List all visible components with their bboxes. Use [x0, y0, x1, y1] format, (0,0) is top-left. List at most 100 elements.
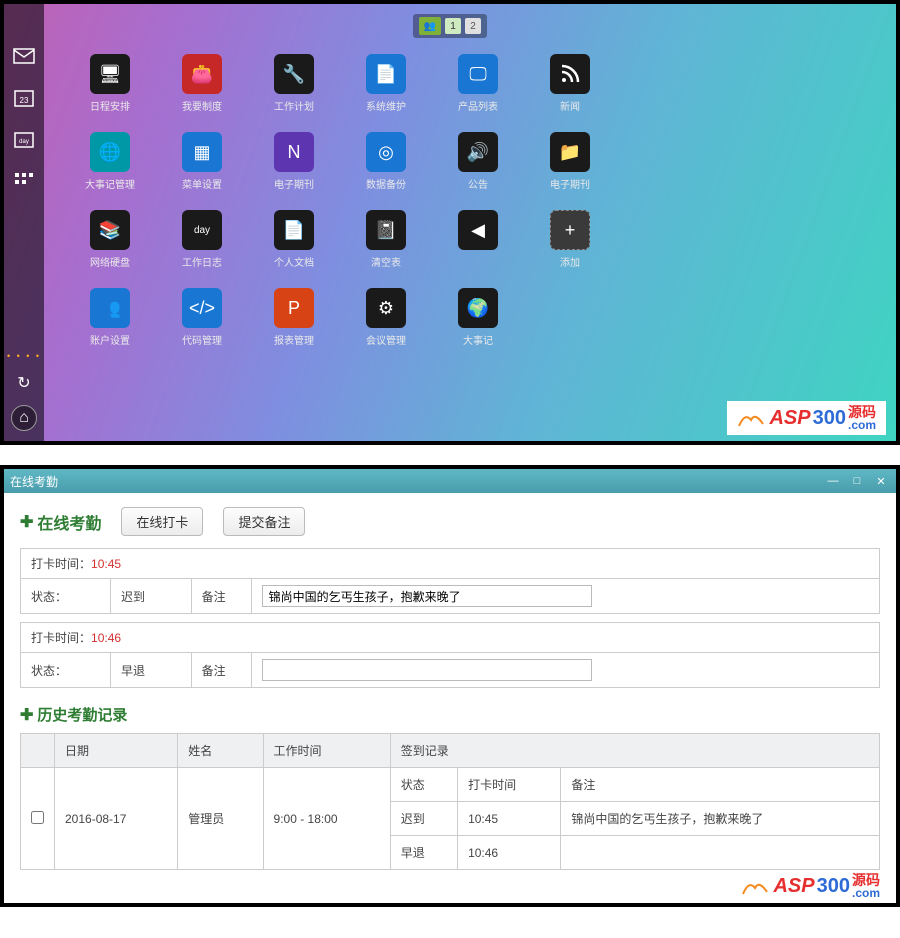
display-icon: 🖥: [90, 54, 130, 94]
time-value: 10:45: [91, 557, 121, 571]
folder-icon: 📁: [550, 132, 590, 172]
attendance-window: 在线考勤 — □ ✕ ✚在线考勤 在线打卡 提交备注 打卡时间：10:45 状态…: [0, 465, 900, 907]
app-ejournal[interactable]: N 电子期刊: [248, 132, 340, 210]
calendar-icon[interactable]: 23: [10, 86, 38, 110]
page-2[interactable]: 2: [465, 18, 481, 34]
app-add[interactable]: + 添加: [524, 210, 616, 288]
app-news[interactable]: 新闻: [524, 54, 616, 132]
app-worklog[interactable]: day工作日志: [156, 210, 248, 288]
app-label: 会议管理: [366, 332, 406, 347]
watermark-logo: ASP300 源码.com: [727, 401, 886, 435]
pager-avatar-icon[interactable]: 👥: [419, 17, 441, 35]
status-label: 状态：: [21, 653, 111, 688]
th-checkbox: [21, 734, 55, 768]
app-label: 工作日志: [182, 254, 222, 269]
cell-worktime: 9:00 - 18:00: [263, 768, 390, 870]
desktop-window: 23 day • • • • ↻ ⌂ 👥 1 2 🖥 日程安排 👛我要制度 🔧工作…: [0, 0, 900, 445]
remark-input-1[interactable]: [262, 585, 592, 607]
app-reports[interactable]: P 报表管理: [248, 288, 340, 366]
disc-icon: ◎: [366, 132, 406, 172]
app-label: 添加: [560, 254, 580, 269]
app-label: 个人文档: [274, 254, 314, 269]
minimize-button[interactable]: —: [824, 473, 842, 489]
app-label: 产品列表: [458, 98, 498, 113]
note-icon: N: [274, 132, 314, 172]
layers-icon: 📚: [90, 210, 130, 250]
app-docs[interactable]: 📄 个人文档: [248, 210, 340, 288]
watermark-cn2: .com: [848, 419, 876, 431]
app-ejournal2[interactable]: 📁电子期刊: [524, 132, 616, 210]
app-label: 公告: [468, 176, 488, 191]
th-signrecord: 签到记录: [390, 734, 879, 768]
app-rules[interactable]: 👛我要制度: [156, 54, 248, 132]
app-schedule[interactable]: 🖥 日程安排: [64, 54, 156, 132]
ppt-icon: P: [274, 288, 314, 328]
app-netdisk[interactable]: 📚网络硬盘: [64, 210, 156, 288]
cell-remark: [561, 836, 880, 870]
pager: 👥 1 2: [413, 14, 487, 38]
remark-input-2[interactable]: [262, 659, 592, 681]
cell-status: 迟到: [390, 802, 457, 836]
app-menu[interactable]: ▦菜单设置: [156, 132, 248, 210]
flame-icon: [737, 406, 767, 430]
svg-text:23: 23: [20, 96, 29, 105]
refresh-icon[interactable]: ↻: [10, 371, 38, 395]
app-bigevents[interactable]: 🌍大事记: [432, 288, 524, 366]
app-account[interactable]: 👥账户设置: [64, 288, 156, 366]
time-value: 10:46: [91, 631, 121, 645]
home-button[interactable]: ⌂: [11, 405, 37, 431]
th-name: 姓名: [178, 734, 263, 768]
mail-icon[interactable]: [10, 44, 38, 68]
app-code[interactable]: </>代码管理: [156, 288, 248, 366]
app-label: 代码管理: [182, 332, 222, 347]
sidebar: 23 day • • • • ↻ ⌂: [4, 4, 44, 441]
app-label: 清空表: [371, 254, 401, 269]
status-dots: • • • •: [7, 351, 41, 361]
submit-remark-button[interactable]: 提交备注: [223, 507, 305, 536]
section-title: ✚在线考勤: [20, 510, 101, 534]
app-products[interactable]: 🖵产品列表: [432, 54, 524, 132]
app-mute[interactable]: ◀: [432, 210, 524, 288]
app-label: 报表管理: [274, 332, 314, 347]
section-header: ✚在线考勤 在线打卡 提交备注: [20, 507, 880, 536]
page-1[interactable]: 1: [445, 18, 461, 34]
watermark-asp: ASP: [769, 407, 810, 430]
maximize-button[interactable]: □: [848, 473, 866, 489]
app-label: 大事记: [463, 332, 493, 347]
plus-icon: ✚: [20, 512, 33, 532]
status-value: 迟到: [111, 579, 192, 614]
app-label: 大事记管理: [85, 176, 135, 191]
app-meeting[interactable]: ⚙ 会议管理: [340, 288, 432, 366]
app-backup[interactable]: ◎ 数据备份: [340, 132, 432, 210]
watermark-cn1: 源码: [852, 873, 880, 887]
app-label: 数据备份: [366, 176, 406, 191]
app-label: 电子期刊: [274, 176, 314, 191]
book-icon: 📓: [366, 210, 406, 250]
app-workplan[interactable]: 🔧工作计划: [248, 54, 340, 132]
plus-icon: ✚: [20, 705, 33, 725]
cell-name: 管理员: [178, 768, 263, 870]
apps-icon[interactable]: [10, 170, 38, 194]
app-sysmaint[interactable]: 📄系统维护: [340, 54, 432, 132]
app-announce[interactable]: 🔊公告: [432, 132, 524, 210]
app-clear[interactable]: 📓 清空表: [340, 210, 432, 288]
app-label: 工作计划: [274, 98, 314, 113]
clock-in-button[interactable]: 在线打卡: [121, 507, 203, 536]
th-worktime: 工作时间: [263, 734, 390, 768]
watermark-cn2: .com: [852, 887, 880, 899]
grid-icon: ▦: [182, 132, 222, 172]
wallet-icon: 👛: [182, 54, 222, 94]
app-events[interactable]: 🌐大事记管理: [64, 132, 156, 210]
row-checkbox[interactable]: [31, 811, 44, 824]
doc-icon: 📄: [274, 210, 314, 250]
cell-time: 10:45: [458, 802, 561, 836]
clock-form-2: 打卡时间：10:46 状态： 早退 备注: [20, 622, 880, 688]
close-button[interactable]: ✕: [872, 473, 890, 489]
app-label: 系统维护: [366, 98, 406, 113]
app-label: 日程安排: [90, 98, 130, 113]
day-icon[interactable]: day: [10, 128, 38, 152]
history-table: 日期 姓名 工作时间 签到记录 2016-08-17 管理员 9:00 - 18…: [20, 733, 880, 870]
sliders-icon: ⚙: [366, 288, 406, 328]
flame-icon: [741, 874, 771, 898]
plus-icon: +: [550, 210, 590, 250]
